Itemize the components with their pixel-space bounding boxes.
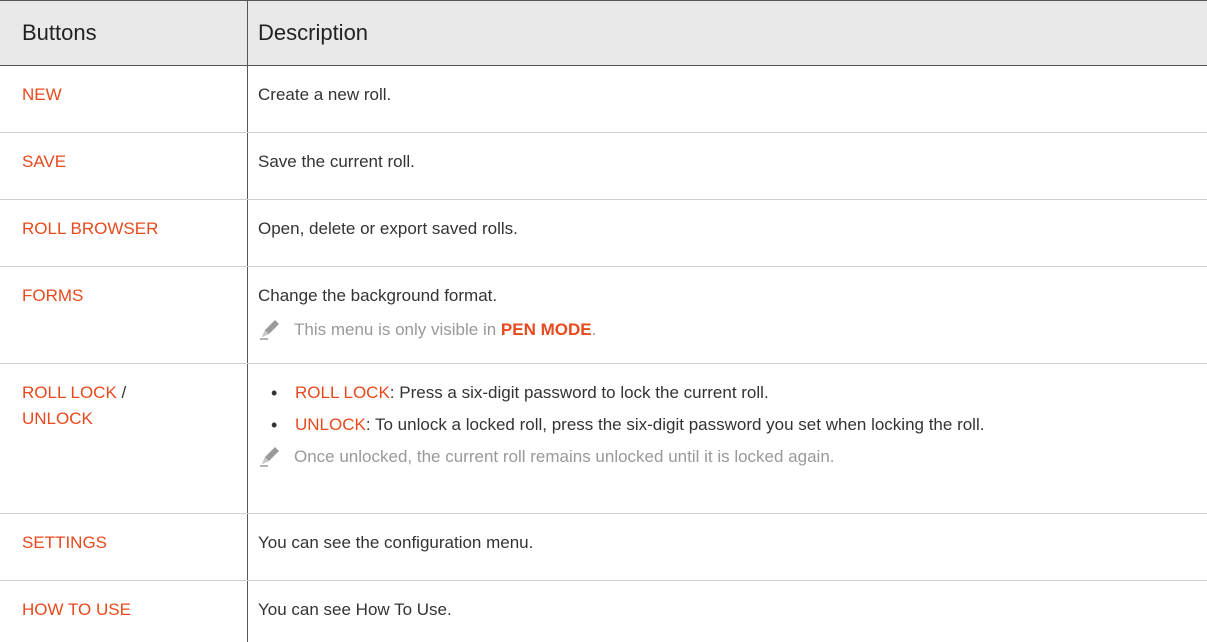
table-header: Buttons Description bbox=[0, 0, 1207, 66]
button-description: You can see How To Use. bbox=[258, 600, 452, 619]
pen-mode-label: PEN MODE bbox=[500, 320, 592, 339]
table-row-how-to-use: HOW TO USE You can see How To Use. bbox=[0, 581, 1207, 642]
button-name: SAVE bbox=[0, 133, 248, 199]
table-row-settings: SETTINGS You can see the configuration m… bbox=[0, 514, 1207, 581]
button-description: Change the background format. bbox=[258, 286, 498, 305]
header-description: Description bbox=[258, 20, 369, 45]
note-text: This menu is only visible in bbox=[294, 320, 501, 339]
button-name: ROLL LOCK bbox=[22, 383, 117, 402]
buttons-table: Buttons Description NEW Create a new rol… bbox=[0, 0, 1207, 642]
unlock-text: : To unlock a locked roll, press the six… bbox=[365, 415, 985, 434]
note-text: Once unlocked, the current roll remains … bbox=[294, 447, 835, 466]
button-name: FORMS bbox=[0, 267, 248, 363]
button-name: SETTINGS bbox=[0, 514, 248, 580]
button-name: HOW TO USE bbox=[0, 581, 248, 642]
list-item: • UNLOCK: To unlock a locked roll, press… bbox=[271, 415, 985, 435]
unlock-key: UNLOCK bbox=[295, 415, 366, 434]
button-name-2: UNLOCK bbox=[22, 409, 93, 428]
button-description: Save the current roll. bbox=[258, 152, 415, 171]
pencil-note-icon bbox=[260, 320, 279, 340]
table-row-roll-browser: ROLL BROWSER Open, delete or export save… bbox=[0, 200, 1207, 267]
list-item: • ROLL LOCK: Press a six-digit password … bbox=[271, 383, 769, 403]
note: This menu is only visible in PEN MODE. bbox=[258, 317, 1187, 343]
button-name: NEW bbox=[0, 66, 248, 132]
button-separator: / bbox=[116, 383, 127, 402]
note: Once unlocked, the current roll remains … bbox=[258, 444, 1187, 470]
button-description: Open, delete or export saved rolls. bbox=[258, 219, 518, 238]
note-period: . bbox=[591, 320, 597, 339]
table-row-new: NEW Create a new roll. bbox=[0, 66, 1207, 133]
button-name: ROLL BROWSER bbox=[0, 200, 248, 266]
table-row-save: SAVE Save the current roll. bbox=[0, 133, 1207, 200]
table-row-roll-lock: ROLL LOCK / UNLOCK • ROLL LOCK: Press a … bbox=[0, 364, 1207, 514]
roll-lock-text: : Press a six-digit password to lock the… bbox=[389, 383, 769, 402]
roll-lock-key: ROLL LOCK bbox=[295, 383, 390, 402]
pencil-note-icon bbox=[260, 447, 279, 467]
button-description: Create a new roll. bbox=[258, 85, 392, 104]
table-row-forms: FORMS Change the background format. This… bbox=[0, 267, 1207, 364]
button-description: You can see the configuration menu. bbox=[258, 533, 534, 552]
header-buttons: Buttons bbox=[0, 1, 248, 65]
